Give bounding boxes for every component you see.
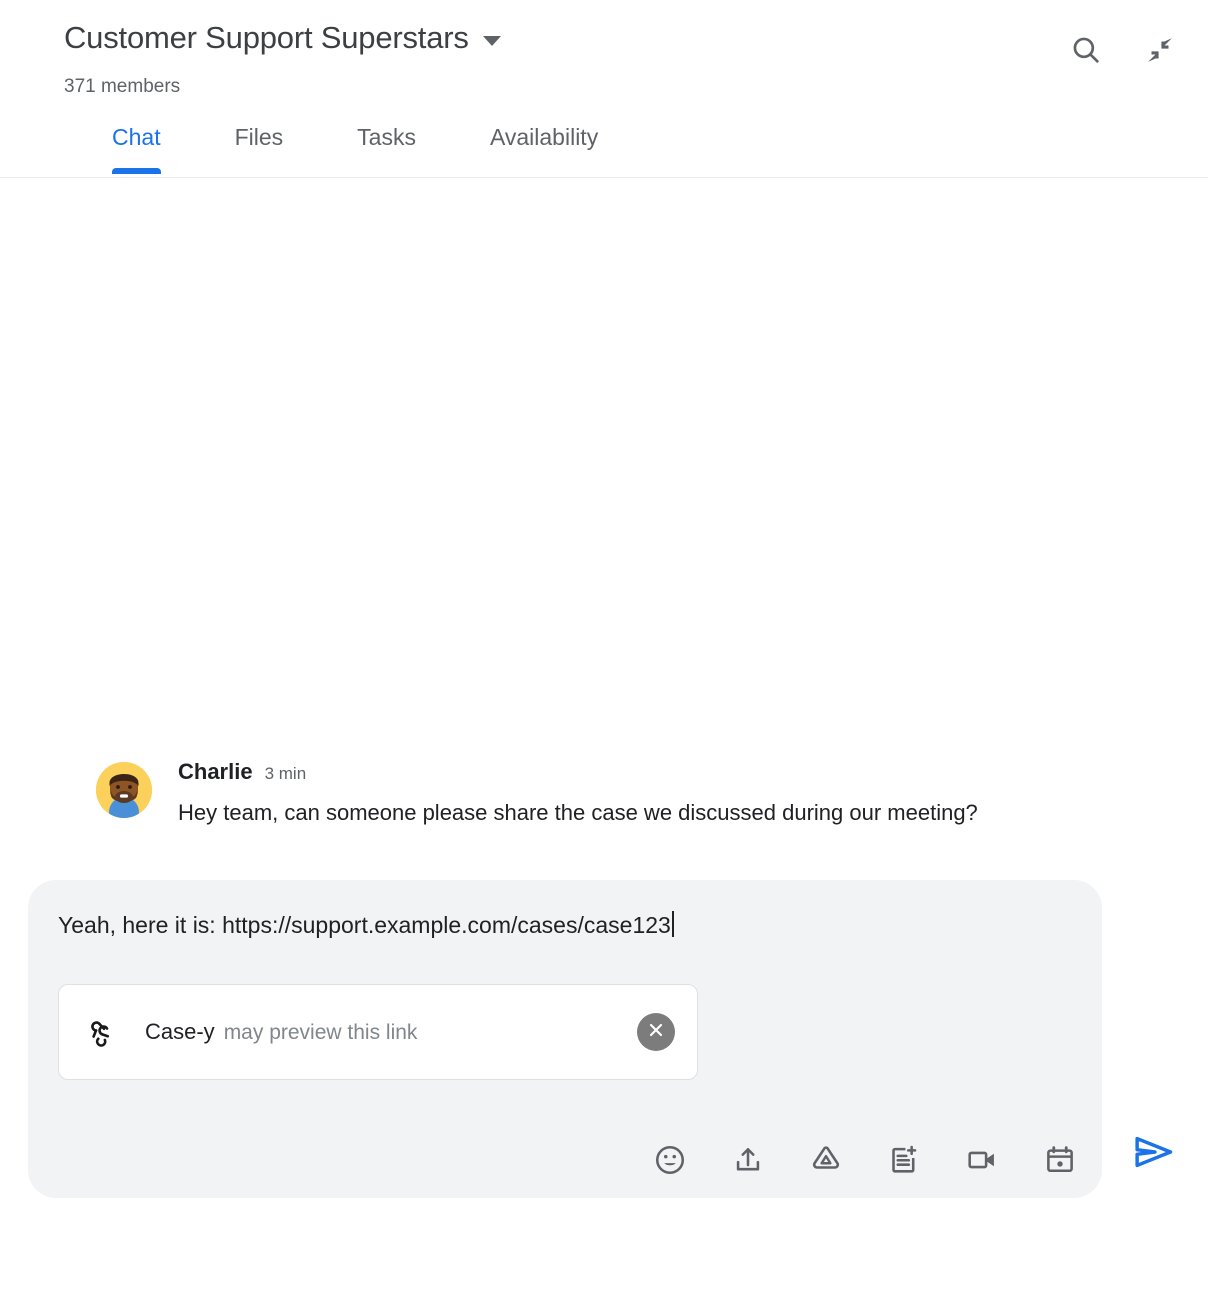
send-button[interactable] (1128, 1128, 1180, 1180)
room-title-row[interactable]: Customer Support Superstars (64, 18, 501, 58)
tab-chat-label: Chat (112, 124, 161, 150)
message-text: Hey team, can someone please share the c… (178, 800, 978, 825)
video-camera-icon (965, 1143, 999, 1182)
new-document-icon (887, 1143, 921, 1182)
member-count: 371 members (64, 76, 181, 97)
message-author[interactable]: Charlie (178, 758, 253, 786)
close-icon (646, 1020, 666, 1045)
tab-bar: Chat Files Tasks Availability (0, 122, 672, 174)
send-icon (1131, 1129, 1177, 1180)
emoji-icon (653, 1143, 687, 1182)
collapse-button[interactable] (1138, 30, 1182, 74)
message-list[interactable]: Charlie 3 min Hey team, can someone plea… (0, 179, 1208, 869)
link-preview-close-button[interactable] (637, 1013, 675, 1051)
tab-chat[interactable]: Chat (112, 122, 161, 174)
link-preview-texts: Case-y may preview this link (145, 1018, 637, 1047)
link-preview-app-name: Case-y (145, 1018, 215, 1044)
link-preview-note: may preview this link (223, 1020, 418, 1044)
page-title: Customer Support Superstars (64, 20, 469, 55)
video-meeting-button[interactable] (962, 1142, 1002, 1182)
google-drive-icon (809, 1143, 843, 1182)
upload-icon (731, 1143, 765, 1182)
compose-toolbar (650, 1142, 1080, 1182)
link-preview-card: Case-y may preview this link (58, 984, 698, 1080)
search-button[interactable] (1064, 30, 1108, 74)
chat-app-window: Customer Support Superstars 371 members (0, 0, 1208, 1290)
search-icon (1069, 33, 1103, 72)
chat-header: Customer Support Superstars 371 members (0, 0, 1208, 178)
tab-tasks[interactable]: Tasks (357, 122, 416, 174)
google-drive-button[interactable] (806, 1142, 846, 1182)
tab-files[interactable]: Files (235, 122, 284, 174)
calendar-icon (1043, 1143, 1077, 1182)
message-item: Charlie 3 min Hey team, can someone plea… (96, 758, 1088, 833)
tab-availability[interactable]: Availability (490, 122, 598, 174)
collapse-icon (1143, 33, 1177, 72)
emoji-button[interactable] (650, 1142, 690, 1182)
tab-active-indicator (112, 168, 161, 174)
tab-files-label: Files (234, 124, 284, 150)
text-cursor (671, 911, 674, 937)
compose-area: Yeah, here it is: https://support.exampl… (28, 880, 1180, 1198)
header-actions (1064, 30, 1182, 74)
avatar[interactable] (96, 762, 152, 818)
chevron-down-icon[interactable] (482, 35, 501, 46)
message-meta: Charlie 3 min (178, 758, 1088, 786)
webhook-icon (85, 1015, 119, 1049)
compose-input-row[interactable]: Yeah, here it is: https://support.exampl… (58, 908, 1072, 942)
message-body: Charlie 3 min Hey team, can someone plea… (178, 758, 1088, 833)
compose-input[interactable]: Yeah, here it is: https://support.exampl… (58, 912, 671, 938)
tab-tasks-label: Tasks (357, 124, 416, 150)
message-timestamp: 3 min (264, 764, 307, 783)
new-document-button[interactable] (884, 1142, 924, 1182)
tab-availability-label: Availability (489, 124, 599, 150)
calendar-button[interactable] (1040, 1142, 1080, 1182)
upload-button[interactable] (728, 1142, 768, 1182)
compose-box[interactable]: Yeah, here it is: https://support.exampl… (28, 880, 1102, 1198)
